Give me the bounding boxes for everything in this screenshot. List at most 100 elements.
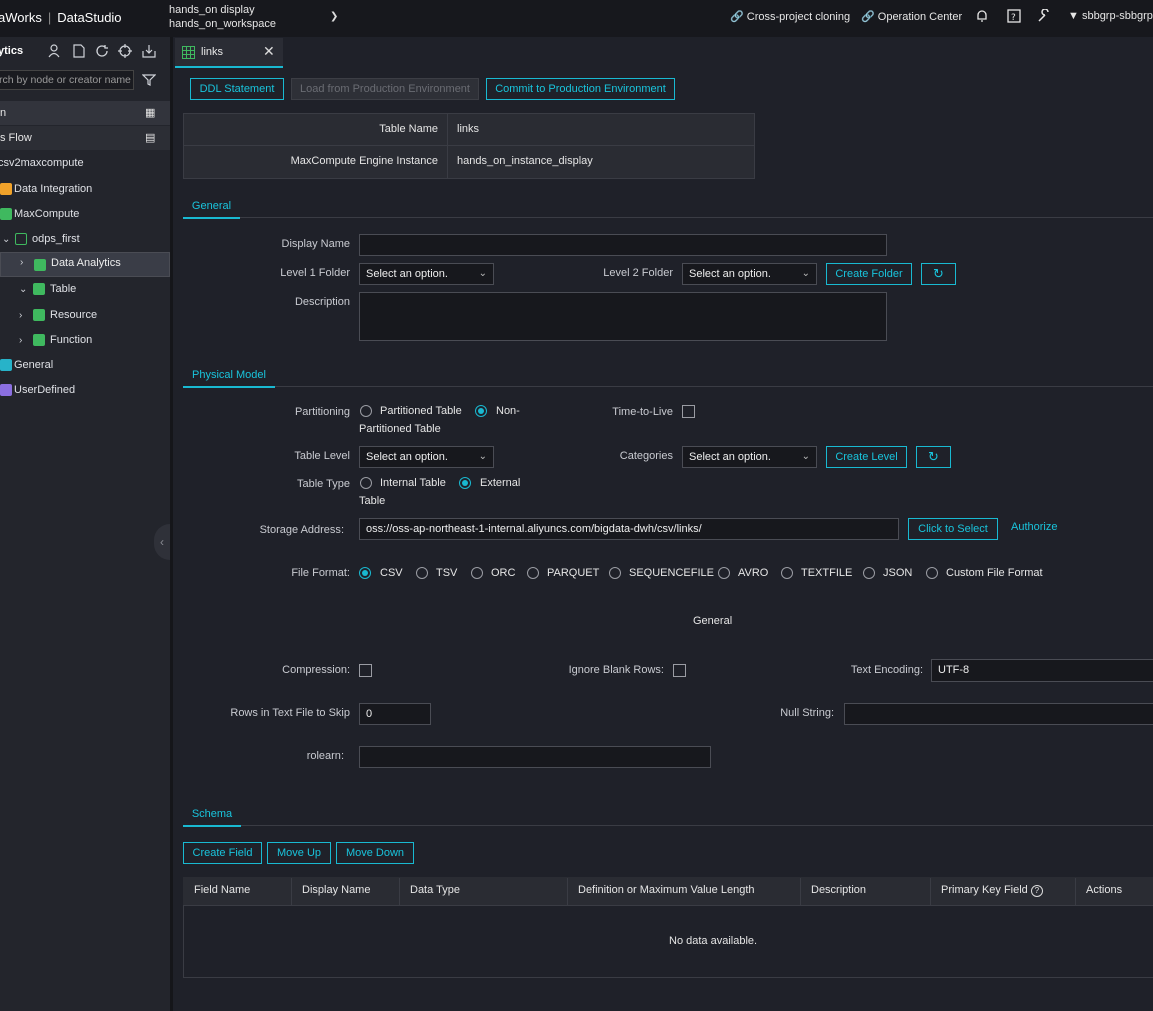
partitioned-table-radio[interactable] [360,405,372,417]
sidebar-search-input[interactable]: rch by node or creator name [0,70,134,90]
categories-select[interactable]: Select an option. ⌄ [682,446,817,468]
tree-item-data-analytics[interactable]: › Data Analytics [0,252,170,277]
create-folder-button[interactable]: Create Folder [826,263,912,285]
chevron-right-icon[interactable]: › [19,328,22,353]
time-to-live-checkbox[interactable] [682,405,695,418]
tree-item-label: Data Integration [14,183,93,195]
create-level-button[interactable]: Create Level [826,446,907,468]
rows-to-skip-input[interactable]: 0 [359,703,431,725]
compression-checkbox[interactable] [359,664,372,677]
brand[interactable]: aWorks | DataStudio [0,10,122,25]
table-icon [182,46,195,62]
table-name-label: Table Name [183,113,448,146]
non-partitioned-table-radio[interactable] [475,405,487,417]
chevron-right-icon[interactable]: › [20,253,23,273]
editor-tab-links[interactable]: links ✕ [175,38,283,68]
tab-general[interactable]: General [183,196,240,219]
sidebar-splitter[interactable] [170,37,173,1011]
format-avro-radio[interactable] [718,567,730,579]
table-level-select[interactable]: Select an option. ⌄ [359,446,494,468]
tree-item-table[interactable]: ⌄ Table [0,277,170,302]
move-up-button[interactable]: Move Up [267,842,331,864]
click-to-select-button[interactable]: Click to Select [908,518,998,540]
chevron-down-icon: ⌄ [801,268,810,279]
format-custom-radio[interactable] [926,567,938,579]
tree-item-data-integration[interactable]: Data Integration [0,177,170,202]
workspace-switcher[interactable]: hands_on display hands_on_workspace [169,3,276,31]
tree-item-function[interactable]: › Function [0,328,170,353]
create-field-button[interactable]: Create Field [183,842,262,864]
format-textfile-radio[interactable] [781,567,793,579]
locate-icon[interactable] [118,44,132,58]
format-csv-radio[interactable] [359,567,371,579]
table-type-label: Table Type [296,478,350,490]
bell-icon[interactable] [975,9,989,23]
maxcompute-icon [0,208,12,220]
description-textarea[interactable] [359,292,887,341]
refresh-icon[interactable] [95,44,109,58]
user-icon[interactable] [48,44,62,58]
rolearn-input[interactable] [359,746,711,768]
ignore-blank-rows-checkbox[interactable] [673,664,686,677]
level2-folder-select[interactable]: Select an option. ⌄ [682,263,817,285]
business-flow-header[interactable]: s Flow ▤ [0,126,170,150]
chevron-right-icon[interactable]: › [19,303,22,328]
tab-schema[interactable]: Schema [183,804,241,827]
operation-center-label: Operation Center [877,11,963,23]
chevron-down-icon: ⌄ [801,451,810,462]
sidebar-section-header[interactable]: n ▦ [0,101,170,125]
compression-label: Compression: [282,664,350,676]
workspace-display-name: hands_on display [169,4,255,16]
non-partitioned-label-line1: Non- [496,405,520,417]
column-field-name: Field Name [194,884,251,896]
chevron-down-icon[interactable]: ❯ [330,11,338,22]
tree-item-maxcompute[interactable]: MaxCompute [0,202,170,227]
tab-physical-model[interactable]: Physical Model [183,365,275,388]
external-table-radio[interactable] [459,477,471,489]
refresh-icon[interactable]: ↻ [921,263,956,285]
new-file-icon[interactable] [72,44,86,58]
help-icon[interactable]: ? [1007,9,1021,23]
move-down-button[interactable]: Move Down [336,842,414,864]
format-tsv-radio[interactable] [416,567,428,579]
format-sequencefile-radio[interactable] [609,567,621,579]
non-partitioned-label-line2: Partitioned Table [359,423,441,435]
import-icon[interactable] [142,44,156,58]
grid-icon[interactable]: ▦ [145,106,155,119]
tree-item-userdefined[interactable]: UserDefined [0,378,170,403]
level1-folder-label: Level 1 Folder [280,267,350,279]
refresh-icon[interactable]: ↻ [916,446,951,468]
description-label: Description [294,296,350,308]
function-icon [33,334,45,346]
cross-project-cloning-link[interactable]: 🔗 Cross-project cloning [730,10,850,23]
question-circle-icon[interactable]: ? [1030,885,1043,897]
tree-item-csv2maxcompute[interactable]: csv2maxcompute [0,151,170,176]
display-name-input[interactable] [359,234,887,256]
chevron-down-icon[interactable]: ⌄ [2,227,10,252]
tree-item-general[interactable]: General [0,353,170,378]
chevron-down-icon[interactable]: ⌄ [19,277,27,302]
tree-item-resource[interactable]: › Resource [0,303,170,328]
level1-folder-select[interactable]: Select an option. ⌄ [359,263,494,285]
format-json-radio[interactable] [863,567,875,579]
user-menu[interactable]: ▼ sbbgrp-sbbgrp [1068,10,1153,22]
flow-icon[interactable]: ▤ [145,131,155,144]
tree-item-odps-first[interactable]: ⌄ odps_first [0,227,170,252]
close-icon[interactable]: ✕ [263,43,275,60]
wrench-icon[interactable] [1037,8,1051,23]
null-string-input[interactable] [844,703,1153,725]
authorize-link[interactable]: Authorize [1011,521,1057,533]
shield-icon: ▼ [1068,10,1079,22]
tree-item-label: Data Analytics [51,257,121,269]
internal-table-radio[interactable] [360,477,372,489]
operation-center-link[interactable]: 🔗 Operation Center [861,10,962,23]
format-parquet-radio[interactable] [527,567,539,579]
filter-icon[interactable] [141,73,157,90]
text-encoding-select[interactable]: UTF-8 [931,659,1153,682]
commit-to-production-button[interactable]: Commit to Production Environment [486,78,675,100]
format-orc-radio[interactable] [471,567,483,579]
ddl-statement-button[interactable]: DDL Statement [190,78,284,100]
column-description: Description [811,884,867,896]
load-from-production-button[interactable]: Load from Production Environment [291,78,479,100]
storage-address-input[interactable]: oss://oss-ap-northeast-1-internal.aliyun… [359,518,899,540]
